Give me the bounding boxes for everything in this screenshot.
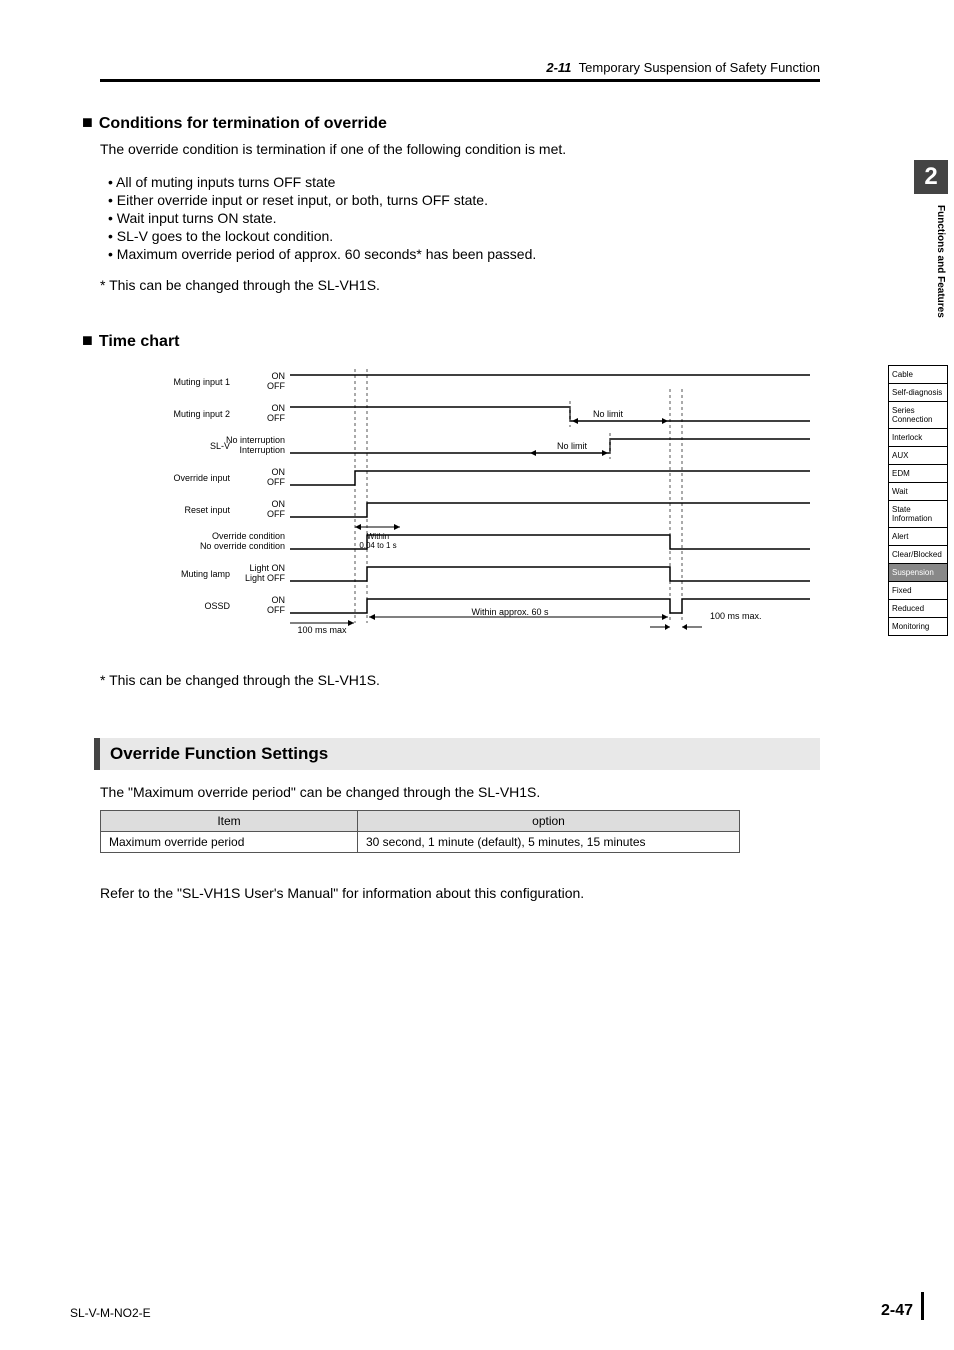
condition-item: SL-V goes to the lockout condition. [108,228,820,244]
svg-text:100 ms max.: 100 ms max. [710,611,762,621]
condition-item: All of muting inputs turns OFF state [108,174,820,190]
side-tab[interactable]: Cable [888,365,948,383]
side-tab[interactable]: State Information [888,500,948,527]
side-tabs: CableSelf-diagnosisSeries ConnectionInte… [888,365,948,636]
heading-override-settings: Override Function Settings [94,738,820,770]
table-head-item: Item [101,811,358,832]
side-tab[interactable]: Self-diagnosis [888,383,948,401]
svg-text:No limit: No limit [557,441,588,451]
section-title: Temporary Suspension of Safety Function [579,60,820,75]
side-tab[interactable]: Fixed [888,581,948,599]
svg-text:Interruption: Interruption [239,445,285,455]
side-tab[interactable]: AUX [888,446,948,464]
svg-text:ON: ON [272,499,286,509]
heading-timechart-text: Time chart [99,333,180,350]
svg-text:OFF: OFF [267,509,285,519]
square-bullet-icon: ■ [82,112,93,132]
header-rule [100,79,820,82]
svg-text:Within: Within [367,532,389,541]
side-tab[interactable]: Clear/Blocked [888,545,948,563]
condition-item: Maximum override period of approx. 60 se… [108,246,820,262]
svg-text:Muting input 1: Muting input 1 [173,377,230,387]
table-head-option: option [358,811,740,832]
svg-text:No limit: No limit [593,409,624,419]
square-bullet-icon: ■ [82,330,93,350]
svg-text:ON: ON [272,467,286,477]
table-cell-option: 30 second, 1 minute (default), 5 minutes… [358,832,740,853]
section-number: 2-11 [546,60,571,75]
side-tab[interactable]: Suspension [888,563,948,581]
svg-text:No interruption: No interruption [226,435,285,445]
svg-text:OSSD: OSSD [204,601,230,611]
table-cell-item: Maximum override period [101,832,358,853]
conditions-intro: The override condition is termination if… [100,139,820,161]
doc-id: SL-V-M-NO2-E [70,1306,151,1320]
svg-text:OFF: OFF [267,381,285,391]
svg-text:ON: ON [272,595,286,605]
side-tab[interactable]: Alert [888,527,948,545]
override-settings-intro: The "Maximum override period" can be cha… [100,782,820,804]
side-tab[interactable]: Series Connection [888,401,948,428]
chapter-side-label: Functions and Features [935,205,946,318]
condition-item: Wait input turns ON state. [108,210,820,226]
side-tab[interactable]: Wait [888,482,948,500]
override-settings-table: Item option Maximum override period 30 s… [100,810,740,853]
svg-text:ON: ON [272,403,286,413]
condition-item: Either override input or reset input, or… [108,192,820,208]
conditions-list: All of muting inputs turns OFF state Eit… [100,174,820,262]
heading-conditions-text: Conditions for termination of override [99,115,387,132]
time-chart: Muting input 1 ON OFF Muting input 2 ON … [110,369,820,642]
svg-text:Muting input 2: Muting input 2 [173,409,230,419]
side-tab[interactable]: Reduced [888,599,948,617]
svg-text:Light OFF: Light OFF [245,573,286,583]
svg-text:Reset input: Reset input [184,505,230,515]
svg-text:OFF: OFF [267,477,285,487]
timechart-footnote: * This can be changed through the SL-VH1… [100,672,820,688]
svg-text:No override condition: No override condition [200,541,285,551]
override-settings-outro: Refer to the "SL-VH1S User's Manual" for… [100,883,820,905]
svg-text:Within approx. 60 s: Within approx. 60 s [471,607,549,617]
side-tab[interactable]: Interlock [888,428,948,446]
side-tab[interactable]: EDM [888,464,948,482]
svg-text:Muting lamp: Muting lamp [181,569,230,579]
svg-text:100 ms max: 100 ms max [297,625,347,635]
svg-text:Override input: Override input [173,473,230,483]
page-number: 2-47 [881,1292,924,1320]
svg-text:ON: ON [272,371,286,381]
chapter-number-box: 2 [914,160,948,194]
svg-text:Light ON: Light ON [249,563,285,573]
svg-text:OFF: OFF [267,605,285,615]
conditions-note: * This can be changed through the SL-VH1… [100,275,820,297]
svg-text:OFF: OFF [267,413,285,423]
svg-text:Override condition: Override condition [212,531,285,541]
heading-timechart: ■ Time chart [82,330,820,351]
side-tab[interactable]: Monitoring [888,617,948,636]
page-header: 2-11 Temporary Suspension of Safety Func… [100,60,820,75]
heading-conditions: ■ Conditions for termination of override [82,112,820,133]
time-chart-svg: Muting input 1 ON OFF Muting input 2 ON … [110,369,830,639]
page-footer: SL-V-M-NO2-E 2-47 [70,1292,924,1320]
